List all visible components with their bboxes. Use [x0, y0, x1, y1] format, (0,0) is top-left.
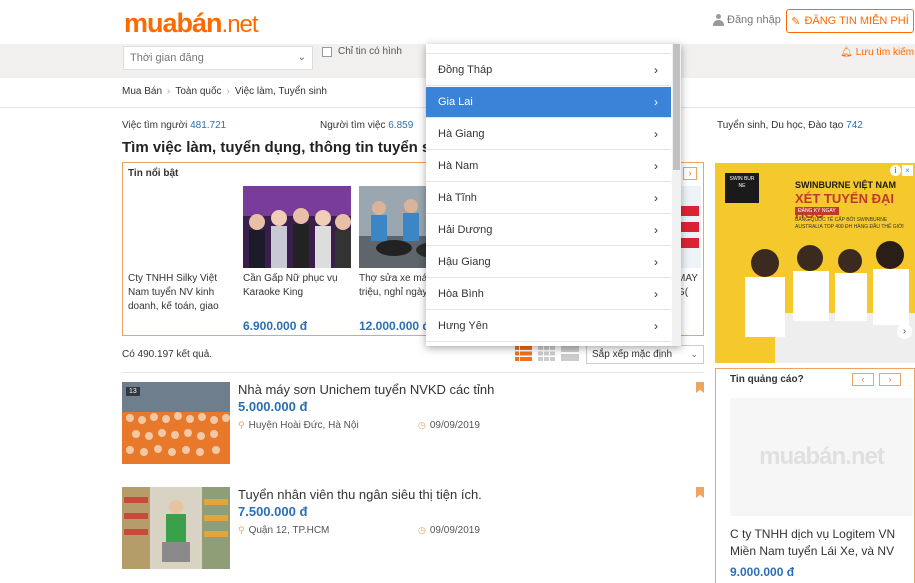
listing-image: 13 [122, 382, 230, 464]
featured-label: Tin nổi bật [128, 168, 179, 179]
province-item[interactable]: Hậu Giang › [426, 247, 671, 278]
listing-location: ⚲ Quận 12, TP.HCM [238, 525, 330, 536]
dropdown-item-partial[interactable] [426, 44, 671, 54]
sponsored-price: 9.000.000 đ [730, 565, 795, 579]
listing-date: ◷ 09/09/2019 [418, 525, 480, 536]
map-pin-icon: ⚲ [238, 525, 245, 535]
photo-only-label[interactable]: Chỉ tin có hình [338, 46, 402, 57]
chevron-right-icon: › [654, 191, 658, 205]
listing-item[interactable]: 13 Nhà máy sơn Unichem tuyển NVKD các tỉ… [122, 382, 704, 482]
listing-price: 7.500.000 đ [238, 504, 308, 519]
map-pin-icon: ⚲ [238, 420, 245, 430]
divider [122, 372, 704, 373]
ad-info-icon[interactable]: i [890, 165, 901, 176]
sponsored-image-placeholder[interactable]: muabán.net [730, 398, 913, 516]
image-count-badge: 13 [126, 387, 140, 396]
close-icon[interactable]: × [902, 165, 913, 176]
stat-education[interactable]: Tuyển sinh, Du học, Đào tạo 742 [717, 120, 863, 131]
chevron-right-icon: › [654, 223, 658, 237]
post-time-select[interactable]: Thời gian đăng ⌄ [123, 46, 313, 70]
breadcrumb-separator-icon: › [167, 86, 171, 97]
ad-photo [715, 233, 915, 363]
province-item[interactable]: Hà Giang › [426, 119, 671, 150]
listing-price: 5.000.000 đ [238, 399, 308, 414]
breadcrumb-separator-icon: › [226, 86, 230, 97]
chevron-down-icon: ⌄ [690, 349, 698, 359]
photo-only-checkbox[interactable] [322, 47, 332, 57]
province-item-selected[interactable]: Gia Lai › [426, 87, 671, 118]
result-count: Có 490.197 kết quả. [122, 349, 213, 360]
login-link[interactable]: Đăng nhập [713, 14, 781, 26]
user-icon [713, 14, 724, 26]
chevron-right-icon: › [654, 255, 658, 269]
province-item[interactable]: Đồng Tháp › [426, 55, 671, 86]
ad-banner[interactable]: SWIN BUR NE SWINBURNE VIỆT NAM XÉT TUYỂN… [715, 163, 915, 363]
dropdown-scroll-thumb[interactable] [673, 44, 680, 170]
stat-employers[interactable]: Việc tìm người 481.721 [122, 120, 226, 131]
chevron-right-icon: › [654, 127, 658, 141]
dropdown-scrollbar[interactable] [672, 44, 681, 346]
chevron-right-icon: › [654, 287, 658, 301]
list-view-icon[interactable] [515, 346, 532, 361]
chevron-right-icon: › [654, 63, 658, 77]
breadcrumb-home[interactable]: Mua Bán [122, 86, 162, 97]
bell-icon: 🔔︎ [840, 47, 853, 58]
listing-item[interactable]: Tuyển nhân viên thu ngân siêu thị tiện í… [122, 487, 704, 583]
sponsored-box: Tin quảng cáo? ‹ › muabán.net C ty TNHH … [715, 368, 915, 583]
stat-job-seekers[interactable]: Người tìm việc 6.859 [320, 120, 413, 131]
chevron-right-icon: › [654, 319, 658, 333]
sort-select[interactable]: Sắp xếp mặc định ⌄ [586, 345, 704, 364]
wide-view-icon[interactable] [561, 346, 579, 361]
site-header: muabán.net Đăng nhập ✎ ĐĂNG TIN MIỄN PHÍ [0, 0, 915, 44]
listing-title[interactable]: Tuyển nhân viên thu ngân siêu thị tiện í… [238, 487, 482, 502]
pencil-icon: ✎ [791, 15, 801, 28]
listing-title[interactable]: Nhà máy sơn Unichem tuyển NVKD các tỉnh [238, 382, 494, 397]
province-item[interactable]: Hải Dương › [426, 215, 671, 246]
breadcrumb: Mua Bán › Toàn quốc › Việc làm, Tuyển si… [122, 86, 327, 97]
breadcrumb-category[interactable]: Việc làm, Tuyển sinh [235, 86, 327, 97]
province-dropdown[interactable]: Đồng Tháp › Gia Lai › Hà Giang › Hà Nam › Hà… [426, 44, 681, 346]
province-item[interactable]: Hưng Yên › [426, 311, 671, 342]
chevron-right-icon: › [654, 95, 658, 109]
post-free-ad-button[interactable]: ✎ ĐĂNG TIN MIỄN PHÍ [786, 9, 914, 33]
featured-next-button[interactable]: › [683, 167, 697, 180]
page-title: Tìm việc làm, tuyển dụng, thông tin tuyể… [122, 139, 432, 156]
breadcrumb-region[interactable]: Toàn quốc [175, 86, 221, 97]
sponsored-title[interactable]: C ty TNHH dịch vụ Logitem VN Miền Nam tu… [730, 526, 910, 560]
featured-item[interactable]: Cty TNHH Silky Việt Nam tuyển NV kinh do… [128, 186, 238, 319]
grid-view-icon[interactable] [538, 346, 555, 361]
save-search-link[interactable]: 🔔︎ Lưu tìm kiếm [840, 47, 914, 58]
clock-icon: ◷ [418, 420, 426, 430]
featured-item[interactable]: Cần Gấp Nữ phục vụ Karaoke King 6.900.00… [243, 186, 353, 333]
sponsored-label: Tin quảng cáo? [730, 374, 804, 385]
featured-item-image [243, 186, 351, 268]
province-item[interactable]: Hà Nam › [426, 151, 671, 182]
listing-date: ◷ 09/09/2019 [418, 420, 480, 431]
chevron-down-icon: ⌄ [297, 52, 306, 63]
site-logo[interactable]: muabán.net [124, 6, 259, 42]
listing-image [122, 487, 230, 569]
listing-location: ⚲ Huyện Hoài Đức, Hà Nội [238, 420, 359, 431]
arrow-right-icon[interactable]: › [897, 324, 912, 339]
ad-logo: SWIN BUR NE [725, 173, 759, 203]
chevron-right-icon: › [654, 159, 658, 173]
province-item[interactable]: Hà Tĩnh › [426, 183, 671, 214]
province-item[interactable]: Hòa Bình › [426, 279, 671, 310]
sponsored-next-button[interactable]: › [879, 373, 901, 386]
featured-item-image [128, 186, 236, 268]
clock-icon: ◷ [418, 525, 426, 535]
bookmark-icon[interactable] [696, 487, 704, 498]
sponsored-prev-button[interactable]: ‹ [852, 373, 874, 386]
bookmark-icon[interactable] [696, 382, 704, 393]
